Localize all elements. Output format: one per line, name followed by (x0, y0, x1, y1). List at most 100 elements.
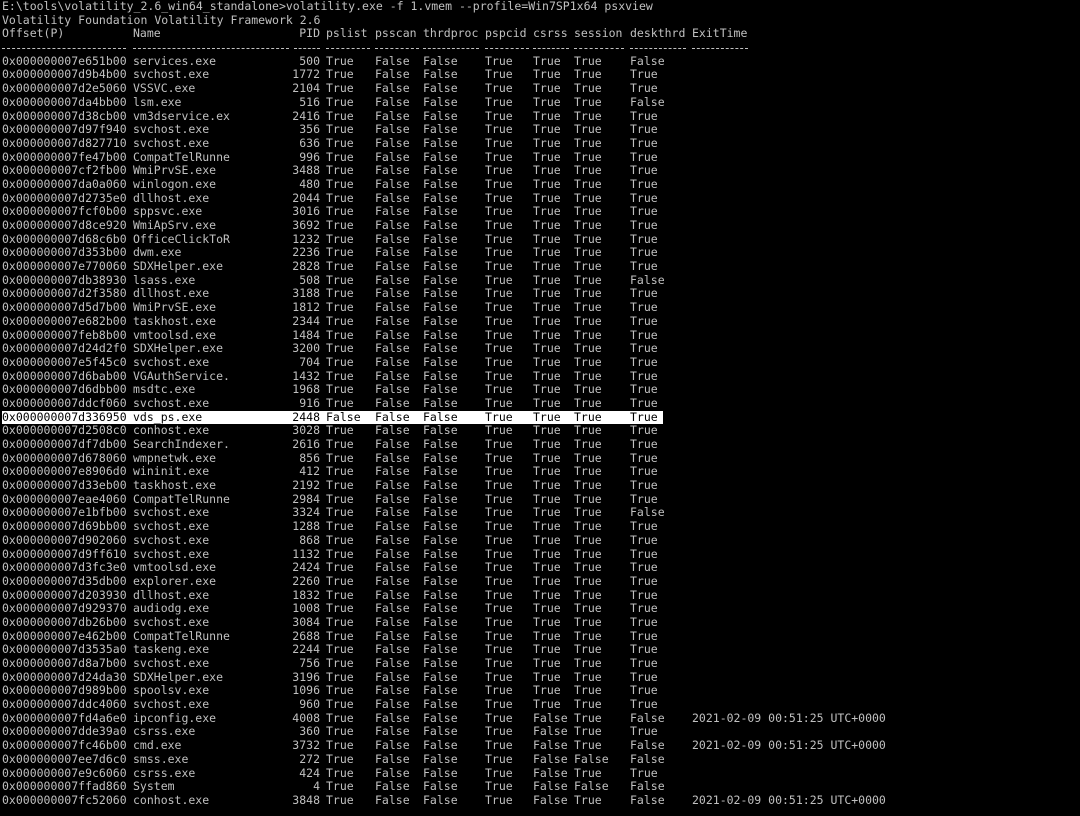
table-row[interactable]: 0x000000007d353b00 dwm.exe 2236 True False Fa… (2, 246, 1080, 260)
table-row[interactable]: 0x000000007e651b00 services.exe 500 True Fal… (2, 53, 1080, 69)
cell-pslist: True (326, 108, 354, 123)
table-row[interactable]: 0x000000007d33eb00 taskhost.exe 2192 True Fa… (2, 478, 1080, 493)
table-row[interactable]: 0x000000007eae4060 CompatTelRunne 2984 True… (2, 492, 1080, 507)
table-row[interactable]: 0x000000007d2508c0 conhost.exe 3028 True Fal… (2, 424, 1080, 438)
cell-name: taskeng.exe (133, 642, 210, 657)
cell-name: dllhost.exe (133, 190, 210, 205)
cell-offset: 0x000000007d336950 (2, 409, 127, 424)
cell-psscan: False (375, 176, 410, 191)
table-row[interactable]: 0x000000007d8a7b00 svchost.exe 756 True Fals… (2, 656, 1080, 671)
cell-session: True (574, 122, 602, 137)
table-row[interactable]: 0x000000007d2e5060 VSSVC.exe 2104 True False… (2, 81, 1080, 96)
table-row[interactable]: 0x000000007e5f45c0 svchost.exe 704 True Fals… (2, 354, 1080, 370)
table-row[interactable]: 0x000000007ddcf060 svchost.exe 916 True Fals… (2, 396, 1080, 411)
table-row[interactable]: 0x000000007d35db00 explorer.exe 2260 True Fa… (2, 573, 1080, 589)
cell-pslist: True (326, 560, 354, 575)
cell-pid: 1484 (292, 327, 320, 342)
table-row[interactable]: 0x000000007d929370 audiodg.exe 1008 True Fal… (2, 602, 1080, 616)
cell-pid: 756 (299, 656, 320, 670)
table-row[interactable]: 0x000000007d902060 svchost.exe 868 True Fals… (2, 532, 1080, 548)
table-row[interactable]: 0x000000007fc52060 conhost.exe 3848 True Fal… (2, 792, 1080, 808)
cell-deskthrd: True (630, 204, 658, 219)
cell-thrdproc: False (423, 327, 458, 342)
table-row[interactable]: 0x000000007df7db00 SearchIndexer. 2616 True… (2, 437, 1080, 452)
table-row[interactable]: 0x000000007d24da30 SDXHelper.exe 3196 True F… (2, 669, 1080, 685)
table-row[interactable]: 0x000000007d24d2f0 SDXHelper.exe 3200 True F… (2, 341, 1080, 356)
cell-thrdproc: False (423, 560, 458, 575)
cell-psscan: False (375, 67, 410, 82)
table-row[interactable]: 0x000000007d203930 dllhost.exe 1832 True Fal… (2, 588, 1080, 603)
table-row[interactable]: 0x000000007ddc4060 svchost.exe 960 True Fals… (2, 697, 1080, 712)
table-row[interactable]: 0x000000007e8906d0 wininit.exe 412 True Fals… (2, 465, 1080, 479)
cell-offset: 0x000000007ddc4060 (2, 697, 127, 712)
cell-deskthrd: True (630, 437, 658, 451)
cell-name: conhost.exe (133, 423, 210, 438)
table-row[interactable]: 0x000000007e1bfb00 svchost.exe 3324 True Fal… (2, 506, 1080, 520)
table-row[interactable]: 0x000000007e770060 SDXHelper.exe 2828 True F… (2, 259, 1080, 274)
cell-thrdproc: False (423, 656, 458, 670)
terminal-window[interactable]: E:\tools\volatility_2.6_win64_standalone… (0, 0, 1080, 816)
cell-pspcid: True (485, 505, 513, 520)
table-row[interactable]: 0x000000007fd4a6e0 ipconfig.exe 4008 True Fa… (2, 711, 1080, 726)
cell-session: True (574, 683, 602, 698)
cell-name: WmiPrvSE.exe (133, 300, 217, 315)
table-row[interactable]: 0x000000007e682b00 taskhost.exe 2344 True Fa… (2, 313, 1080, 329)
table-row[interactable]: 0x000000007fc46b00 cmd.exe 3732 True False Fa… (2, 738, 1080, 753)
table-row[interactable]: 0x000000007feb8b00 vmtoolsd.exe 1484 True Fa… (2, 327, 1080, 343)
table-row[interactable]: 0x000000007ffad860 System 4 True False False T… (2, 779, 1080, 794)
table-row[interactable]: 0x000000007ee7d6c0 smss.exe 272 True False Fa… (2, 751, 1080, 767)
cell-pslist: True (326, 751, 354, 766)
cell-session: True (574, 532, 602, 547)
table-row[interactable]: 0x000000007d9ff610 svchost.exe 1132 True Fal… (2, 547, 1080, 562)
cell-pid: 3016 (292, 204, 320, 219)
table-row[interactable]: 0x000000007d8ce920 WmiApSrv.exe 3692 True Fa… (2, 218, 1080, 233)
cell-pslist: True (326, 313, 354, 328)
table-row[interactable]: 0x000000007d6dbb00 msdtc.exe 1968 True False… (2, 383, 1080, 397)
cell-name: conhost.exe (133, 792, 210, 807)
table-row[interactable]: 0x000000007db38930 lsass.exe 508 True False F… (2, 273, 1080, 288)
cell-csrss: False (533, 779, 568, 794)
cell-pslist: True (326, 505, 354, 520)
table-row[interactable]: 0x000000007da4bb00 lsm.exe 516 True False Fal… (2, 95, 1080, 110)
table-row[interactable]: 0x000000007dde39a0 csrss.exe 360 True False F… (2, 725, 1080, 739)
table-row[interactable]: 0x000000007d2735e0 dllhost.exe 2044 True Fal… (2, 190, 1080, 206)
cell-psscan: False (375, 122, 410, 137)
table-row[interactable]: 0x000000007db26b00 svchost.exe 3084 True Fal… (2, 615, 1080, 630)
cell-name: explorer.exe (133, 573, 217, 588)
cell-deskthrd: True (630, 478, 658, 493)
table-row[interactable]: 0x000000007cf2fb00 WmiPrvSE.exe 3488 True Fa… (2, 164, 1080, 178)
cell-deskthrd: True (630, 67, 658, 82)
table-row[interactable]: 0x000000007d97f940 svchost.exe 356 True Fals… (2, 122, 1080, 137)
cell-psscan: False (375, 464, 410, 479)
cell-csrss: True (533, 601, 561, 616)
table-row[interactable]: 0x000000007e462b00 CompatTelRunne 2688 True… (2, 629, 1080, 644)
cell-pid: 1288 (292, 519, 320, 534)
table-row[interactable]: 0x000000007d38cb00 vm3dservice.ex 2416 True… (2, 108, 1080, 124)
cell-pspcid: True (485, 669, 513, 684)
table-row[interactable]: 0x000000007d3fc3e0 vmtoolsd.exe 2424 True Fa… (2, 560, 1080, 575)
cell-pspcid: True (485, 642, 513, 657)
cell-csrss: True (533, 53, 561, 68)
table-row[interactable]: 0x000000007d9b4b00 svchost.exe 1772 True Fal… (2, 68, 1080, 82)
table-row[interactable]: 0x000000007d989b00 spoolsv.exe 1096 True Fal… (2, 684, 1080, 698)
cell-pid: 1008 (292, 601, 320, 616)
table-row[interactable]: 0x000000007d68c6b0 OfficeClickToR 1232 True… (2, 232, 1080, 247)
table-row[interactable]: 0x000000007fe47b00 CompatTelRunne 996 True F… (2, 150, 1080, 165)
table-row[interactable]: 0x000000007e9c6060 csrss.exe 424 True False F… (2, 766, 1080, 781)
table-row[interactable]: 0x000000007d827710 svchost.exe 636 True Fals… (2, 135, 1080, 151)
cell-csrss: True (533, 354, 561, 369)
table-row[interactable]: 0x000000007d3535a0 taskeng.exe 2244 True Fal… (2, 643, 1080, 657)
table-row[interactable]: 0x000000007d678060 wmpnetwk.exe 856 True Fal… (2, 451, 1080, 466)
table-row[interactable]: 0x000000007fcf0b00 sppsvc.exe 3016 True Fals… (2, 205, 1080, 219)
cell-name: svchost.exe (133, 135, 210, 150)
table-row-selected[interactable]: 0x000000007d336950 vds_ps.exe 2448 False Fal… (2, 409, 663, 425)
table-row[interactable]: 0x000000007d6bab00 VGAuthService. 1432 True… (2, 369, 1080, 384)
cell-pslist: True (326, 354, 354, 369)
table-row[interactable]: 0x000000007d69bb00 svchost.exe 1288 True Fal… (2, 519, 1080, 534)
table-row[interactable]: 0x000000007d2f3580 dllhost.exe 3188 True Fal… (2, 287, 1080, 301)
header-thrdproc: thrdproc (423, 26, 479, 41)
table-row[interactable]: 0x000000007d5d7b00 WmiPrvSE.exe 1812 True Fa… (2, 300, 1080, 315)
cell-pslist: True (326, 204, 354, 219)
cell-name: WmiPrvSE.exe (133, 163, 217, 178)
table-row[interactable]: 0x000000007da0a060 winlogon.exe 480 True Fal… (2, 176, 1080, 192)
